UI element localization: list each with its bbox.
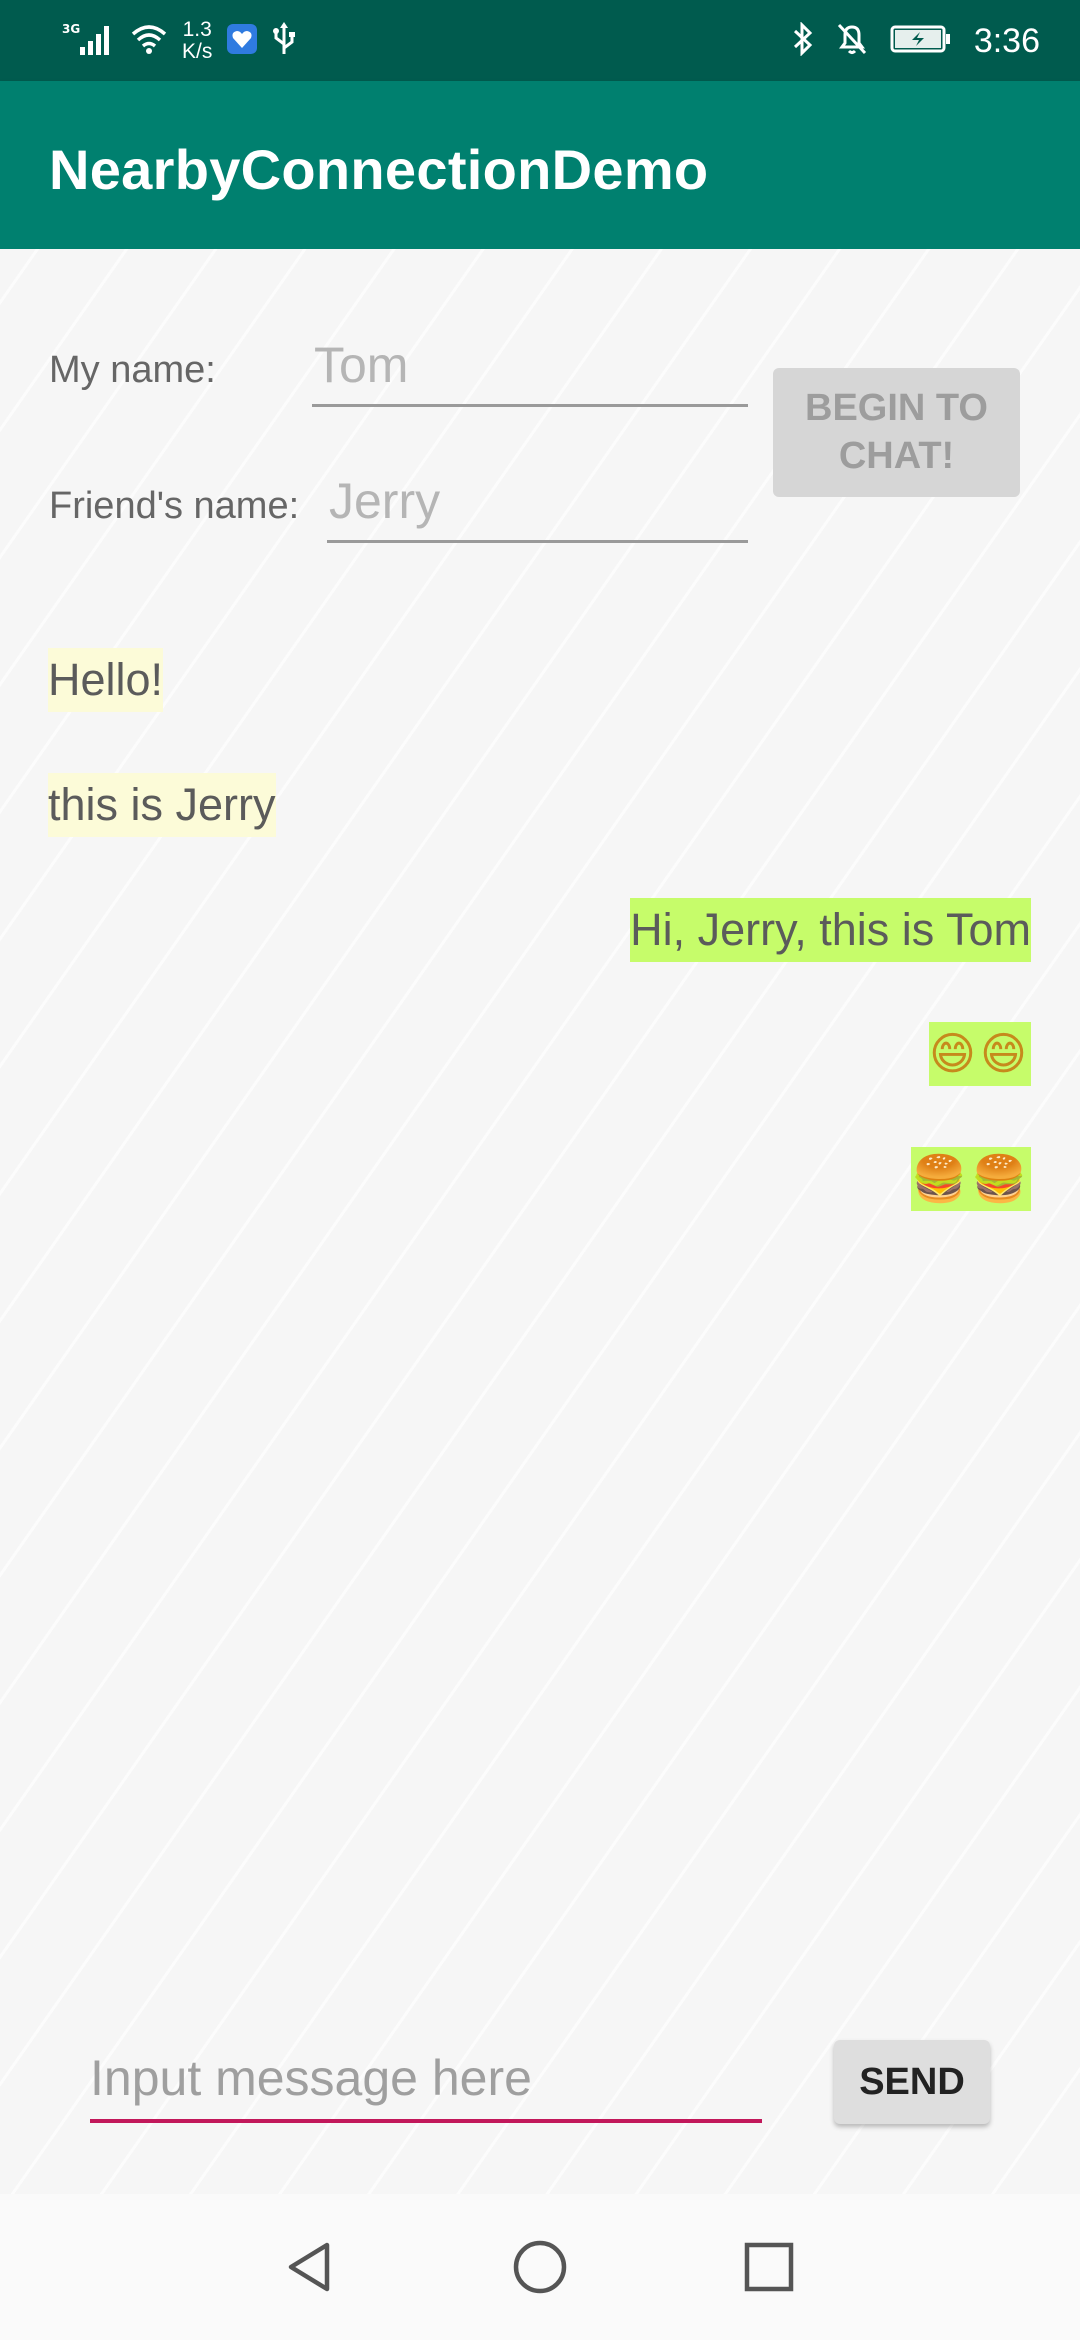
wifi-icon [130, 22, 168, 61]
recents-icon[interactable] [737, 2235, 801, 2299]
begin-chat-label-line1: BEGIN TO [805, 387, 988, 429]
network-type: 3G [62, 22, 80, 36]
begin-chat-label-line2: CHAT! [838, 435, 955, 477]
message-outgoing-emoji: 😄😄 [929, 1022, 1031, 1086]
network-speed: 1.3 K/s [182, 19, 212, 63]
my-name-input[interactable]: Tom [312, 333, 748, 407]
signal-icon: 3G [62, 21, 116, 62]
app-title: NearbyConnectionDemo [49, 138, 709, 201]
bluetooth-icon [792, 20, 814, 61]
app-bar: NearbyConnectionDemo [0, 81, 1080, 249]
home-icon[interactable] [508, 2235, 572, 2299]
chat-content: My name: Tom Friend's name: Jerry Hello!… [0, 249, 1080, 2194]
status-left: 3G 1.3 K/s [62, 16, 296, 66]
message-incoming: this is Jerry [48, 773, 276, 837]
friend-name-label: Friend's name: [49, 485, 300, 527]
my-name-label: My name: [49, 349, 216, 391]
message-input[interactable]: Input message here [90, 2044, 762, 2123]
usb-icon [272, 21, 296, 61]
clock: 3:36 [973, 21, 1040, 60]
back-icon[interactable] [279, 2235, 343, 2299]
notifications-off-icon [836, 22, 868, 61]
begin-chat-button[interactable]: BEGIN TO CHAT! [773, 368, 1020, 497]
speed-unit: K/s [182, 40, 213, 63]
app-notification-icon [226, 23, 258, 60]
send-button[interactable]: SEND [834, 2040, 990, 2124]
speed-value: 1.3 [182, 18, 212, 41]
message-outgoing: Hi, Jerry, this is Tom [630, 898, 1031, 962]
battery-charging-icon [890, 25, 952, 58]
status-bar: 3G 1.3 K/s 3:36 [0, 0, 1080, 81]
friend-name-input[interactable]: Jerry [327, 469, 748, 543]
message-outgoing-emoji: 🍔🍔 [910, 1147, 1031, 1211]
message-incoming: Hello! [48, 648, 164, 712]
status-right: 3:36 [792, 16, 1040, 66]
navigation-bar [0, 2194, 1080, 2340]
